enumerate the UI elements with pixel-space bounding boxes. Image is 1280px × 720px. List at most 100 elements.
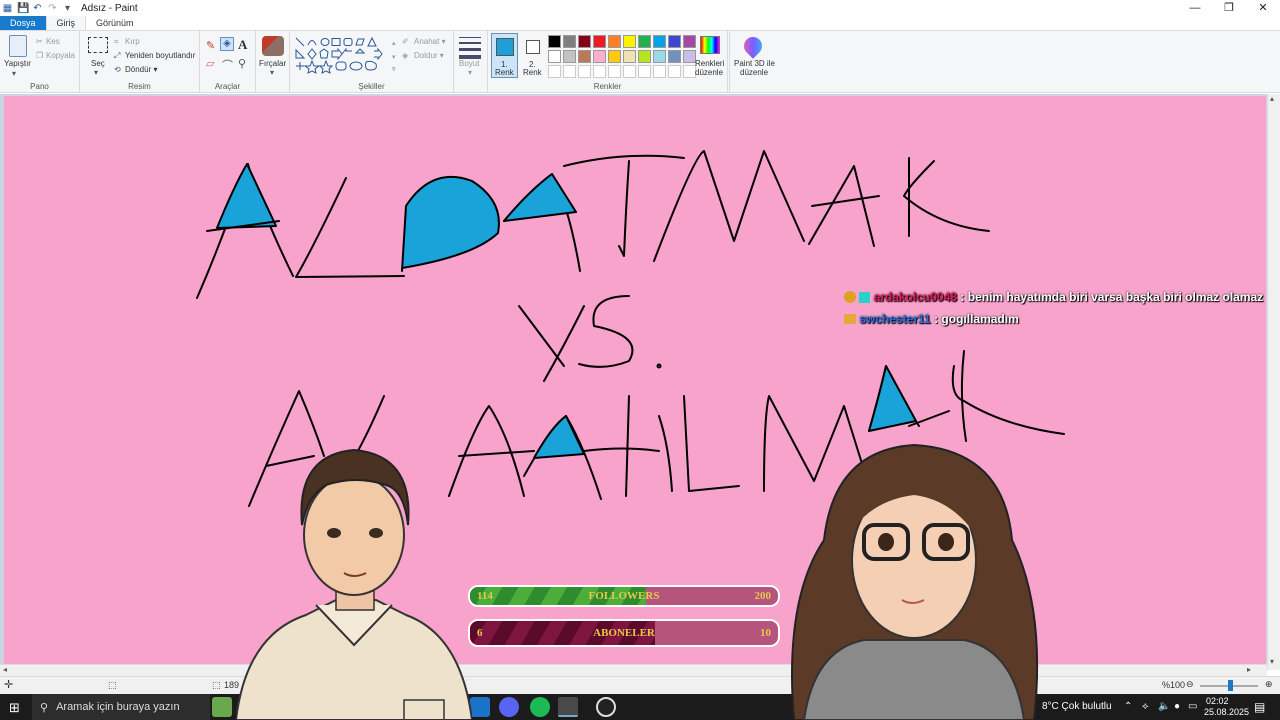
edit-colors-icon[interactable] (700, 36, 720, 54)
palette-swatch[interactable] (548, 50, 561, 63)
edit-colors-button-line2[interactable]: düzenle (695, 68, 723, 77)
select-dropdown-icon[interactable]: ▾ (94, 68, 98, 77)
paint3d-icon[interactable] (740, 33, 766, 59)
drawing-canvas[interactable]: ardakolcu0048 : benim hayatımda biri var… (4, 96, 1266, 664)
palette-swatch[interactable] (608, 50, 621, 63)
palette-swatch[interactable] (638, 35, 651, 48)
color-picker-icon[interactable]: ⌒ (222, 57, 233, 73)
zoom-out-icon[interactable]: ⊖ (1186, 679, 1194, 690)
spotify-icon[interactable] (530, 697, 550, 717)
palette-swatch[interactable] (548, 65, 561, 78)
palette-swatch[interactable] (653, 50, 666, 63)
redo-icon[interactable]: ↷ (47, 3, 58, 14)
fill-bucket-icon[interactable]: ◈ (220, 37, 234, 51)
palette-swatch[interactable] (668, 65, 681, 78)
volume-icon[interactable]: 🔈 (1158, 694, 1170, 720)
palette-swatch[interactable] (593, 65, 606, 78)
palette-swatch[interactable] (608, 65, 621, 78)
paint3d-button[interactable]: Paint 3D ile (734, 59, 775, 68)
weather-text[interactable]: 8°C Çok bulutlu (1042, 694, 1112, 720)
brushes-dropdown-icon[interactable]: ▾ (270, 68, 274, 77)
shapes-scroll-down-icon[interactable]: ▾ (392, 53, 396, 61)
paste-icon[interactable] (9, 35, 27, 57)
palette-swatch[interactable] (653, 35, 666, 48)
palette-swatch[interactable] (668, 35, 681, 48)
tab-file[interactable]: Dosya (0, 16, 46, 30)
horizontal-scrollbar[interactable]: ◂ ▸ (0, 664, 1267, 676)
taskbar-search[interactable]: ⚲ Aramak için buraya yazın (32, 694, 210, 720)
palette-swatch[interactable] (593, 35, 606, 48)
size-icon[interactable] (459, 37, 481, 59)
tab-home[interactable]: Giriş (45, 16, 87, 30)
display-icon[interactable]: ▭ (1188, 694, 1197, 720)
windows-start-icon[interactable]: ⊞ (9, 700, 20, 716)
palette-swatch[interactable] (578, 65, 591, 78)
obs-icon[interactable] (596, 697, 616, 717)
zoom-slider-thumb[interactable] (1228, 680, 1233, 691)
palette-swatch[interactable] (623, 50, 636, 63)
scroll-up-icon[interactable]: ▴ (1270, 94, 1274, 103)
palette-swatch[interactable] (578, 50, 591, 63)
palette-swatch[interactable] (623, 65, 636, 78)
text-icon[interactable]: A (238, 37, 247, 53)
palette-swatch[interactable] (563, 35, 576, 48)
color2-swatch[interactable] (526, 40, 540, 54)
shapes-scroll-up-icon[interactable]: ▴ (392, 39, 396, 47)
crop-button[interactable]: Kırp (125, 37, 140, 46)
discord-icon[interactable] (499, 697, 519, 717)
cut-button[interactable]: Kes (46, 37, 60, 46)
edit-colors-button[interactable]: Renkleri (695, 59, 724, 68)
size-dropdown-icon[interactable]: ▾ (468, 68, 472, 77)
brushes-button[interactable]: Fırçalar (259, 59, 286, 68)
scroll-right-icon[interactable]: ▸ (1247, 665, 1251, 674)
edge-app-icon[interactable] (470, 697, 490, 717)
taskbar-app-icon[interactable] (212, 697, 232, 717)
palette-swatch[interactable] (623, 35, 636, 48)
mic-icon[interactable]: ● (1174, 694, 1180, 720)
copy-button[interactable]: Kopyala (46, 51, 75, 60)
notifications-icon[interactable]: ▤ (1254, 694, 1265, 720)
size-button[interactable]: Boyut (459, 59, 479, 68)
palette-swatch[interactable] (548, 35, 561, 48)
brush-icon[interactable] (262, 36, 284, 56)
palette-swatch[interactable] (578, 35, 591, 48)
zoom-in-icon[interactable]: ⊕ (1265, 679, 1273, 690)
palette-swatch[interactable] (563, 65, 576, 78)
eraser-icon[interactable]: ▱ (206, 57, 214, 70)
shapes-expand-icon[interactable]: ▿ (392, 65, 396, 73)
palette-swatch[interactable] (638, 50, 651, 63)
palette-swatch[interactable] (593, 50, 606, 63)
tab-view[interactable]: Görünüm (86, 16, 144, 30)
pencil-icon[interactable]: ✎ (206, 39, 215, 52)
magnifier-icon[interactable]: ⚲ (238, 57, 246, 70)
tray-chevron-icon[interactable]: ⌃ (1124, 694, 1132, 720)
network-icon[interactable]: ⟡ (1142, 694, 1149, 720)
chat-username: ardakolcu0048 (873, 290, 958, 304)
outline-button[interactable]: Anahat ▾ (414, 37, 446, 46)
paint3d-button-line2[interactable]: düzenle (740, 68, 768, 77)
resize-button[interactable]: Yeniden boyutlandır (125, 51, 195, 60)
close-button[interactable]: ✕ (1246, 0, 1280, 16)
rotate-button[interactable]: Döndür ▾ (125, 65, 157, 74)
vertical-scrollbar[interactable]: ▴ ▾ (1267, 94, 1280, 670)
customize-qat-icon[interactable]: ▾ (62, 3, 73, 14)
palette-swatch[interactable] (608, 35, 621, 48)
clock-date[interactable]: 25.08.2025 (1204, 699, 1249, 720)
save-icon[interactable]: 💾 (17, 3, 29, 14)
undo-icon[interactable]: ↶ (32, 3, 43, 14)
palette-swatch[interactable] (563, 50, 576, 63)
paste-button[interactable]: Yapıştır (4, 59, 31, 68)
palette-swatch[interactable] (668, 50, 681, 63)
select-icon[interactable] (88, 37, 108, 53)
fill-button[interactable]: Doldur ▾ (414, 51, 444, 60)
scroll-left-icon[interactable]: ◂ (3, 665, 7, 674)
select-button[interactable]: Seç (91, 59, 105, 68)
paint-app-taskbar-icon[interactable] (558, 697, 578, 717)
paste-dropdown-icon[interactable]: ▾ (12, 69, 16, 78)
scroll-down-icon[interactable]: ▾ (1270, 657, 1274, 666)
maximize-button[interactable]: ❐ (1212, 0, 1246, 16)
minimize-button[interactable]: — (1178, 0, 1212, 16)
palette-swatch[interactable] (653, 65, 666, 78)
shapes-gallery[interactable] (294, 36, 390, 74)
palette-swatch[interactable] (638, 65, 651, 78)
